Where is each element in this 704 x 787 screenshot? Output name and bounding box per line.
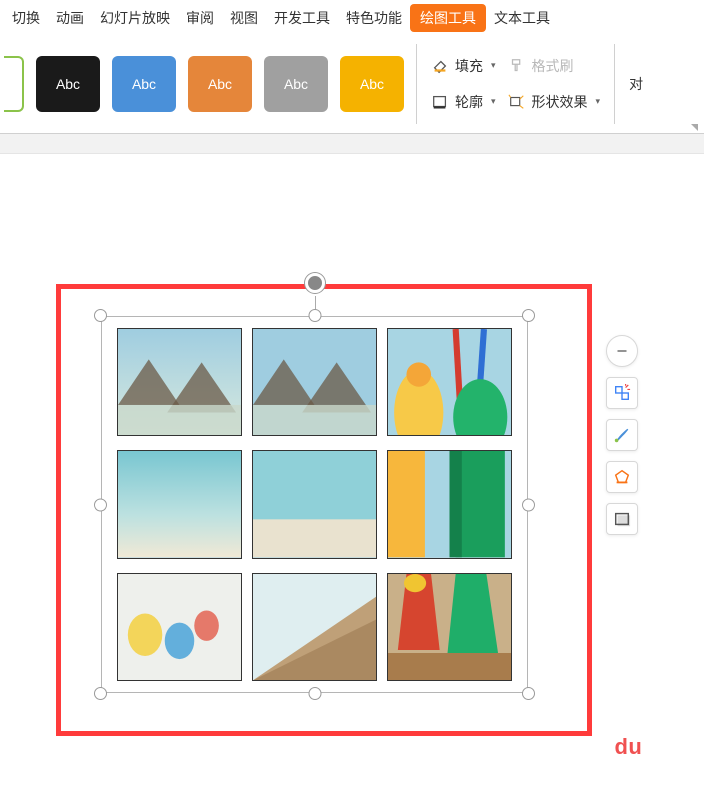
menu-switch[interactable]: 切换 xyxy=(4,4,48,32)
shape-fill-button[interactable] xyxy=(606,461,638,493)
resize-handle-l[interactable] xyxy=(94,498,107,511)
fill-button[interactable]: 填充 ▾ xyxy=(429,52,498,80)
shape-style-orange[interactable]: Abc xyxy=(188,56,252,112)
format-painter-icon xyxy=(508,57,526,75)
watermark-sub: jingyan.baidu.com xyxy=(579,761,694,773)
format-painter-button[interactable]: 格式刷 xyxy=(506,52,603,80)
shape-style-blue[interactable]: Abc xyxy=(112,56,176,112)
image-grid xyxy=(117,328,512,681)
ribbon: Abc Abc Abc Abc Abc 填充 ▾ 轮廓 ▾ 格式刷 xyxy=(0,34,704,134)
rect-button[interactable] xyxy=(606,503,638,535)
menu-review[interactable]: 审阅 xyxy=(178,4,222,32)
rotate-handle[interactable] xyxy=(305,273,325,293)
menu-bar: 切换 动画 幻灯片放映 审阅 视图 开发工具 特色功能 绘图工具 文本工具 xyxy=(0,0,704,34)
link-break-icon xyxy=(613,384,631,402)
align-button[interactable]: 对 xyxy=(627,70,645,98)
ribbon-format-group: 格式刷 形状效果 ▾ xyxy=(506,52,603,116)
collapse-button[interactable] xyxy=(606,335,638,367)
menu-slideshow[interactable]: 幻灯片放映 xyxy=(92,4,178,32)
shape-effects-button[interactable]: 形状效果 ▾ xyxy=(506,88,603,116)
shape-style-gray[interactable]: Abc xyxy=(264,56,328,112)
slide-page[interactable]: Baidu 经验 jingyan.baidu.com xyxy=(0,154,704,787)
grid-cell[interactable] xyxy=(387,450,512,558)
grid-cell[interactable] xyxy=(387,573,512,681)
shape-effects-label: 形状效果 xyxy=(532,92,588,112)
rectangle-icon xyxy=(613,510,631,528)
outline-label: 轮廓 xyxy=(455,92,483,112)
resize-handle-tr[interactable] xyxy=(522,309,535,322)
shape-style-black[interactable]: Abc xyxy=(36,56,100,112)
grid-cell[interactable] xyxy=(252,328,377,436)
resize-handle-br[interactable] xyxy=(522,687,535,700)
align-label: 对 xyxy=(629,74,643,94)
grid-cell[interactable] xyxy=(117,573,242,681)
chevron-down-icon: ▾ xyxy=(491,60,496,71)
shape-effects-icon xyxy=(508,93,526,111)
link-break-button[interactable] xyxy=(606,377,638,409)
brush-icon xyxy=(613,426,631,444)
menu-text-tools[interactable]: 文本工具 xyxy=(486,4,558,32)
watermark-main: Baidu 经验 xyxy=(579,729,694,761)
grid-cell[interactable] xyxy=(252,573,377,681)
outline-icon xyxy=(431,93,449,111)
chevron-down-icon: ▾ xyxy=(596,96,601,107)
watermark: Baidu 经验 jingyan.baidu.com xyxy=(579,729,694,773)
ribbon-divider xyxy=(416,44,417,124)
resize-handle-r[interactable] xyxy=(522,498,535,511)
grid-cell[interactable] xyxy=(117,328,242,436)
fill-bucket-icon xyxy=(431,57,449,75)
menu-devtools[interactable]: 开发工具 xyxy=(266,4,338,32)
selected-image-grid[interactable] xyxy=(101,316,528,693)
format-painter-label: 格式刷 xyxy=(532,56,574,76)
pentagon-fill-icon xyxy=(613,468,631,486)
grid-cell[interactable] xyxy=(252,450,377,558)
resize-handle-t[interactable] xyxy=(308,309,321,322)
resize-handle-bl[interactable] xyxy=(94,687,107,700)
minus-icon xyxy=(613,342,631,360)
grid-cell[interactable] xyxy=(117,450,242,558)
canvas-area: Baidu 经验 jingyan.baidu.com xyxy=(0,134,704,787)
shape-style-gallery: Abc Abc Abc Abc Abc xyxy=(4,56,404,112)
menu-drawing-tools[interactable]: 绘图工具 xyxy=(410,4,486,32)
resize-handle-b[interactable] xyxy=(308,687,321,700)
shape-style-outline-green[interactable] xyxy=(4,56,24,112)
ribbon-fill-outline-group: 填充 ▾ 轮廓 ▾ xyxy=(429,52,498,116)
menu-features[interactable]: 特色功能 xyxy=(338,4,410,32)
menu-view[interactable]: 视图 xyxy=(222,4,266,32)
ribbon-divider xyxy=(614,44,615,124)
fill-label: 填充 xyxy=(455,56,483,76)
brush-button[interactable] xyxy=(606,419,638,451)
menu-animation[interactable]: 动画 xyxy=(48,4,92,32)
chevron-down-icon: ▾ xyxy=(491,96,496,107)
grid-cell[interactable] xyxy=(387,328,512,436)
floating-toolbar xyxy=(606,335,638,535)
outline-button[interactable]: 轮廓 ▾ xyxy=(429,88,498,116)
shape-style-gold[interactable]: Abc xyxy=(340,56,404,112)
resize-handle-tl[interactable] xyxy=(94,309,107,322)
